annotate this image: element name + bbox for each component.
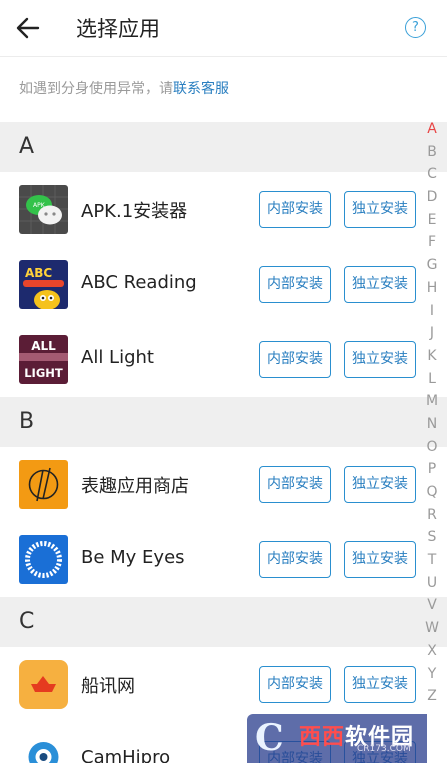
abc-reading-icon: ABC xyxy=(19,260,68,309)
alphabet-index[interactable]: ABCDEFGHIJKLMNOPQRSTUVWXYZ xyxy=(423,118,441,708)
biaoqu-store-icon xyxy=(19,460,68,509)
app-name: CamHipro xyxy=(81,747,171,763)
app-name: APK.1安装器 xyxy=(81,201,188,222)
index-letter-n[interactable]: N xyxy=(423,413,441,436)
section-header-c: C xyxy=(0,597,447,647)
index-letter-s[interactable]: S xyxy=(423,526,441,549)
app-name: ABC Reading xyxy=(81,272,197,293)
index-letter-l[interactable]: L xyxy=(423,368,441,391)
index-letter-p[interactable]: P xyxy=(423,458,441,481)
internal-install-button[interactable]: 内部安装 xyxy=(259,341,331,378)
page-title: 选择应用 xyxy=(76,17,160,41)
app-row: ABC ABC Reading 内部安装 独立安装 xyxy=(0,247,447,322)
standalone-install-button[interactable]: 独立安装 xyxy=(344,541,416,578)
index-letter-i[interactable]: I xyxy=(423,300,441,323)
all-light-icon: ALL LIGHT xyxy=(19,335,68,384)
app-name: Be My Eyes xyxy=(81,547,185,568)
svg-text:LIGHT: LIGHT xyxy=(24,366,63,380)
svg-text:ALL: ALL xyxy=(31,339,56,353)
index-letter-j[interactable]: J xyxy=(423,322,441,345)
index-letter-h[interactable]: H xyxy=(423,277,441,300)
index-letter-v[interactable]: V xyxy=(423,594,441,617)
internal-install-button[interactable]: 内部安装 xyxy=(259,466,331,503)
watermark: C 西西软件园 CR173.COM xyxy=(247,714,427,763)
standalone-install-button[interactable]: 独立安装 xyxy=(344,666,416,703)
section-header-b: B xyxy=(0,397,447,447)
svg-text:ABC: ABC xyxy=(25,266,52,280)
app-row: Be My Eyes 内部安装 独立安装 xyxy=(0,522,447,597)
internal-install-button[interactable]: 内部安装 xyxy=(259,266,331,303)
chuanxun-boat-icon xyxy=(19,660,68,709)
camhipro-icon xyxy=(19,735,68,763)
help-icon[interactable]: ? xyxy=(405,17,426,38)
index-letter-f[interactable]: F xyxy=(423,231,441,254)
contact-support-link[interactable]: 联系客服 xyxy=(173,81,229,97)
internal-install-button[interactable]: 内部安装 xyxy=(259,191,331,228)
watermark-logo: C xyxy=(255,717,284,759)
index-letter-x[interactable]: X xyxy=(423,640,441,663)
index-letter-b[interactable]: B xyxy=(423,141,441,164)
index-letter-m[interactable]: M xyxy=(423,390,441,413)
index-letter-w[interactable]: W xyxy=(423,617,441,640)
internal-install-button[interactable]: 内部安装 xyxy=(259,666,331,703)
wechat-bubbles-icon: APK xyxy=(19,185,68,234)
notice-text: 如遇到分身使用异常，请联系客服 xyxy=(19,78,229,98)
standalone-install-button[interactable]: 独立安装 xyxy=(344,466,416,503)
standalone-install-button[interactable]: 独立安装 xyxy=(344,266,416,303)
section-header-a: A xyxy=(0,122,447,172)
be-my-eyes-icon xyxy=(19,535,68,584)
index-letter-e[interactable]: E xyxy=(423,209,441,232)
index-letter-d[interactable]: D xyxy=(423,186,441,209)
index-letter-o[interactable]: O xyxy=(423,436,441,459)
index-letter-g[interactable]: G xyxy=(423,254,441,277)
svg-text:APK: APK xyxy=(33,202,46,209)
index-letter-k[interactable]: K xyxy=(423,345,441,368)
app-row: 船讯网 内部安装 独立安装 xyxy=(0,647,447,722)
index-letter-a[interactable]: A xyxy=(423,118,441,141)
app-list[interactable]: A APK APK.1安装器 内部安装 独立安装 ABC ABC Reading… xyxy=(0,122,447,763)
app-header: 选择应用 ? xyxy=(0,0,447,57)
index-letter-u[interactable]: U xyxy=(423,572,441,595)
index-letter-c[interactable]: C xyxy=(423,163,441,186)
app-name: 船讯网 xyxy=(81,676,135,697)
standalone-install-button[interactable]: 独立安装 xyxy=(344,341,416,378)
standalone-install-button[interactable]: 独立安装 xyxy=(344,191,416,228)
index-letter-r[interactable]: R xyxy=(423,504,441,527)
back-arrow-icon[interactable] xyxy=(14,14,42,42)
internal-install-button[interactable]: 内部安装 xyxy=(259,541,331,578)
index-letter-z[interactable]: Z xyxy=(423,685,441,708)
app-name: 表趣应用商店 xyxy=(81,476,189,497)
app-row: 表趣应用商店 内部安装 独立安装 xyxy=(0,447,447,522)
index-letter-q[interactable]: Q xyxy=(423,481,441,504)
app-row: ALL LIGHT All Light 内部安装 独立安装 xyxy=(0,322,447,397)
app-name: All Light xyxy=(81,347,154,368)
notice-message: 如遇到分身使用异常，请 xyxy=(19,81,173,97)
index-letter-t[interactable]: T xyxy=(423,549,441,572)
watermark-url: CR173.COM xyxy=(357,744,411,754)
app-row: APK APK.1安装器 内部安装 独立安装 xyxy=(0,172,447,247)
index-letter-y[interactable]: Y xyxy=(423,663,441,686)
